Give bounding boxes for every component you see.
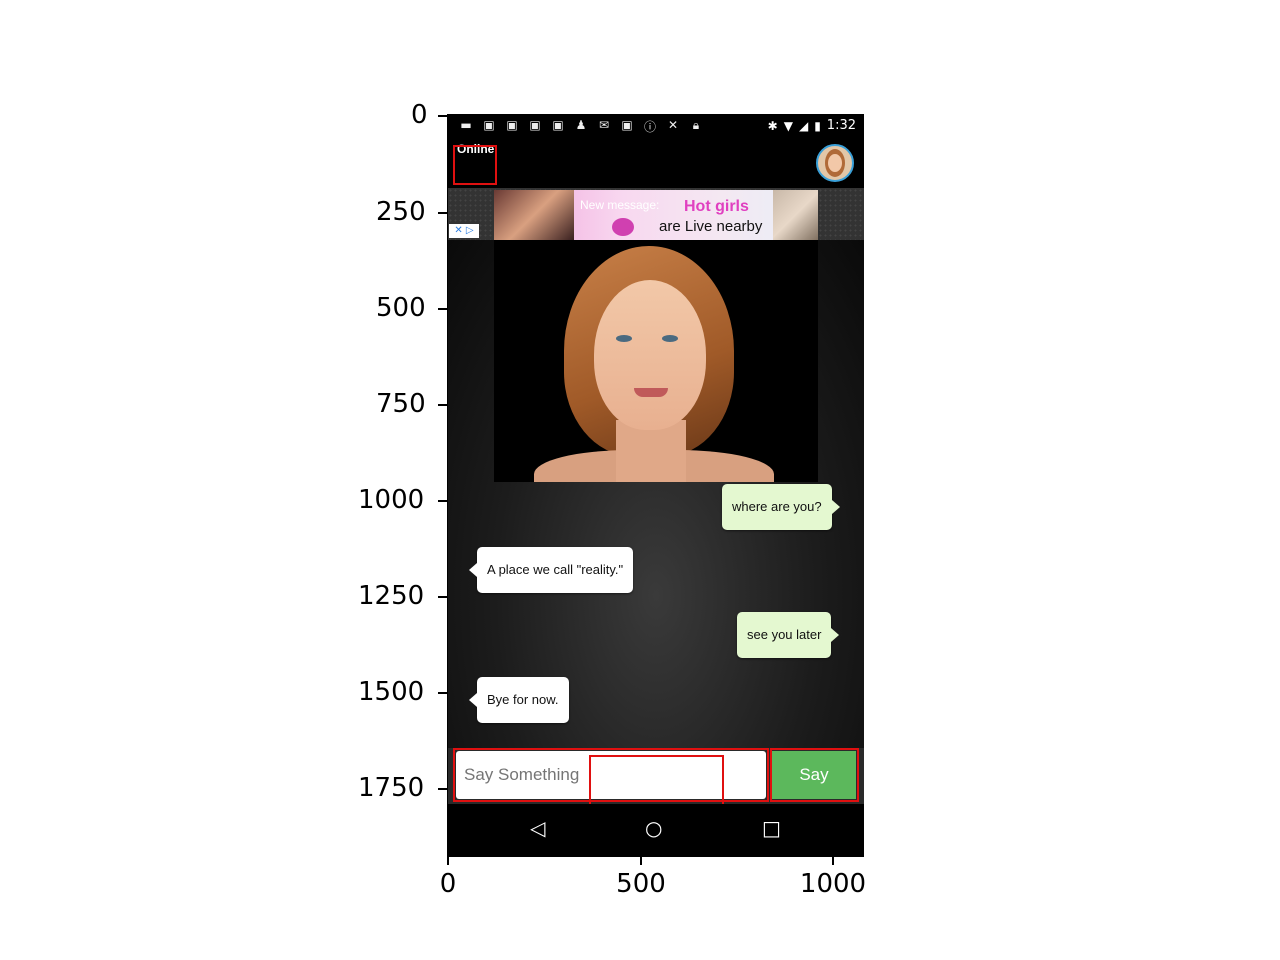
x-tick-label: 1000 [799,869,867,899]
message-bubble-sent: see you later [737,612,840,658]
lock-notification-icon: 🔒︎ [692,118,700,132]
notification-icons: ▬ ▣ ▣ ▣ ▣ ♟ ✉ ▣ ⓘ ✕ 🔒︎ [458,118,704,135]
x-tick-label: 500 [616,869,666,899]
avatar-icon[interactable] [816,144,854,182]
message-bubble-received: Bye for now. [469,677,569,723]
bluetooth-icon: ✱ [767,118,778,133]
home-icon[interactable]: ○ [645,816,662,840]
x-tick-mark [832,856,834,865]
y-tick-label: 750 [376,389,426,419]
message-bubble-sent: where are you? [722,484,840,530]
y-tick-mark [438,212,447,214]
y-tick-label: 1750 [358,773,425,803]
y-tick-label: 0 [411,100,428,130]
video-camera-icon [612,218,634,236]
y-tick-label: 1250 [358,581,425,611]
ad-creative[interactable]: New message: Hot girls are Live nearby [494,190,818,240]
wifi-icon: ▼ [783,118,793,133]
x-tick-mark [640,856,642,865]
facebook-notification-icon: ▣ [483,118,495,132]
ad-photo-right [773,190,818,240]
back-icon[interactable]: ◁ [530,816,545,840]
y-tick-mark [438,692,447,694]
person-notification-icon: ♟ [575,118,587,132]
y-tick-label: 1000 [358,485,425,515]
facebook-notification-icon: ▣ [552,118,564,132]
system-status-icons: ✱ ▼ ◢ ▮ 1:32 [768,118,856,133]
highlight-box-say [770,748,859,802]
ad-subline: are Live nearby [659,218,763,235]
y-tick-label: 250 [376,197,426,227]
ad-message-text: New message: [580,198,660,212]
chat-area[interactable]: where are you? A place we call "reality.… [448,240,864,748]
y-tick-mark [438,596,447,598]
facebook-notification-icon: ▣ [529,118,541,132]
y-tick-label: 500 [376,293,426,323]
ad-banner[interactable]: New message: Hot girls are Live nearby ✕… [448,188,864,240]
y-tick-mark [438,500,447,502]
ad-photo-left [494,190,574,240]
highlight-box-input-inner [589,755,724,807]
profile-photo [494,240,818,482]
highlight-box-online [453,145,497,185]
clock: 1:32 [826,118,856,133]
ad-headline: Hot girls [684,198,749,215]
y-tick-mark [438,115,447,117]
signal-icon: ◢ [798,118,809,133]
y-tick-mark [438,308,447,310]
status-bar: ▬ ▣ ▣ ▣ ▣ ♟ ✉ ▣ ⓘ ✕ 🔒︎ ✱ ▼ ◢ ▮ 1:32 [448,114,864,138]
facebook-notification-icon: ▣ [506,118,518,132]
x-tick-label: 0 [439,869,457,899]
navigation-bar: ◁ ○ □ [448,804,864,855]
info-notification-icon: ⓘ [643,120,656,134]
x-tick-mark [447,856,449,865]
x-axis-spine [447,855,864,857]
phone-screen: ▬ ▣ ▣ ▣ ▣ ♟ ✉ ▣ ⓘ ✕ 🔒︎ ✱ ▼ ◢ ▮ 1:32 Onli… [448,114,864,855]
ad-choices-icon[interactable]: ✕ ▷ [449,224,479,238]
battery-icon: ▮ [814,118,821,133]
facebook-notification-icon: ▣ [621,118,633,132]
mail-notification-icon: ✉ [598,118,610,132]
chat-notification-icon: ▬ [460,118,472,132]
y-tick-mark [438,788,447,790]
tools-notification-icon: ✕ [667,118,679,132]
y-tick-label: 1500 [358,677,425,707]
message-bubble-received: A place we call "reality." [468,547,634,593]
app-bar [448,138,864,188]
y-tick-mark [438,404,447,406]
recents-icon[interactable]: □ [762,816,781,840]
